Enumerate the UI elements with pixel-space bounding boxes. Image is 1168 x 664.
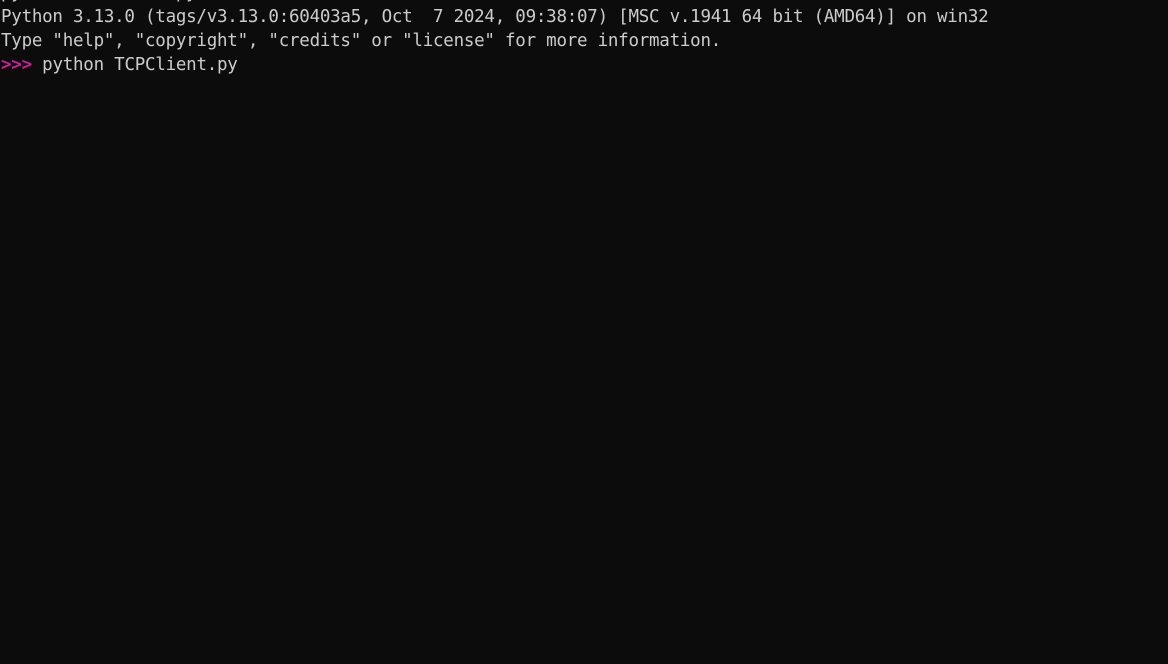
- terminal-screen-buffer[interactable]: python TCPClient.py Python 3.13.0 (tags/…: [0, 0, 1168, 77]
- terminal-prompt-line[interactable]: >>> python TCPClient.py: [0, 53, 1168, 77]
- terminal-line-python-help-hint: Type "help", "copyright", "credits" or "…: [1, 31, 722, 51]
- repl-command-text[interactable]: python TCPClient.py: [42, 55, 238, 75]
- repl-prompt-separator: [32, 55, 42, 75]
- repl-prompt-sigil: >>>: [1, 55, 32, 75]
- terminal-window[interactable]: python TCPClient.py Python 3.13.0 (tags/…: [0, 0, 1168, 664]
- terminal-line-python-banner: Python 3.13.0 (tags/v3.13.0:60403a5, Oct…: [1, 7, 989, 27]
